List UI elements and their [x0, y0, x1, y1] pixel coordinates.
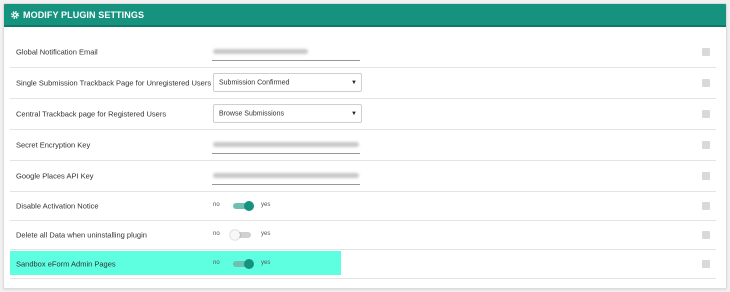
setting-row-secret-encryption-key: Secret Encryption Key [10, 130, 716, 161]
setting-row-sandbox-eform-admin-pages: Sandbox eForm Admin Pages no yes [10, 250, 716, 279]
gear-icon [10, 10, 20, 20]
select-value: Browse Submissions [219, 110, 284, 117]
setting-row-single-submission-trackback: Single Submission Trackback Page for Unr… [10, 68, 716, 99]
caret-down-icon: ▼ [351, 110, 357, 117]
help-icon[interactable] [702, 260, 710, 268]
toggle-no-label: no [213, 202, 220, 208]
setting-label: Secret Encryption Key [16, 140, 91, 150]
panel-title: MODIFY PLUGIN SETTINGS [23, 9, 145, 20]
blurred-value [213, 142, 359, 147]
setting-row-central-trackback: Central Trackback page for Registered Us… [10, 99, 716, 130]
setting-label: Disable Activation Notice [16, 201, 99, 211]
setting-label: Central Trackback page for Registered Us… [16, 109, 167, 119]
help-icon[interactable] [702, 231, 710, 239]
select-value: Submission Confirmed [219, 79, 290, 86]
single-submission-trackback-select[interactable]: Submission Confirmed ▼ [213, 73, 362, 92]
setting-label: Delete all Data when uninstalling plugin [16, 230, 147, 240]
blurred-value [213, 49, 308, 54]
setting-row-global-notification-email: Global Notification Email [10, 37, 716, 68]
disable-activation-notice-toggle[interactable] [230, 201, 254, 211]
secret-encryption-key-input[interactable] [212, 136, 360, 154]
panel-header: MODIFY PLUGIN SETTINGS [4, 4, 726, 27]
help-icon[interactable] [702, 172, 710, 180]
setting-label: Global Notification Email [16, 47, 98, 57]
help-icon[interactable] [702, 48, 710, 56]
toggle-knob [230, 230, 240, 240]
setting-label: Google Places API Key [16, 171, 94, 181]
help-icon[interactable] [702, 79, 710, 87]
setting-row-delete-all-data: Delete all Data when uninstalling plugin… [10, 221, 716, 250]
toggle-no-label: no [213, 260, 220, 266]
setting-label: Single Submission Trackback Page for Unr… [16, 78, 212, 88]
central-trackback-select[interactable]: Browse Submissions ▼ [213, 104, 362, 123]
sandbox-eform-admin-pages-toggle[interactable] [230, 259, 254, 269]
toggle-knob [244, 259, 254, 269]
help-icon[interactable] [702, 141, 710, 149]
delete-all-data-toggle[interactable] [230, 230, 254, 240]
toggle-group: no yes [213, 228, 283, 242]
toggle-yes-label: yes [261, 231, 271, 237]
setting-row-google-places-api-key: Google Places API Key [10, 161, 716, 192]
plugin-settings-panel: MODIFY PLUGIN SETTINGS Global Notificati… [3, 3, 727, 289]
google-places-api-key-input[interactable] [212, 167, 360, 185]
toggle-group: no yes [213, 199, 283, 213]
toggle-no-label: no [213, 231, 220, 237]
setting-label: Sandbox eForm Admin Pages [16, 259, 116, 269]
toggle-yes-label: yes [261, 260, 271, 266]
toggle-group: no yes [213, 257, 283, 271]
setting-row-disable-activation-notice: Disable Activation Notice no yes [10, 192, 716, 221]
help-icon[interactable] [702, 110, 710, 118]
caret-down-icon: ▼ [351, 79, 357, 86]
blurred-value [213, 173, 359, 178]
global-notification-email-input[interactable] [212, 43, 360, 61]
toggle-knob [244, 201, 254, 211]
help-icon[interactable] [702, 202, 710, 210]
toggle-yes-label: yes [261, 202, 271, 208]
